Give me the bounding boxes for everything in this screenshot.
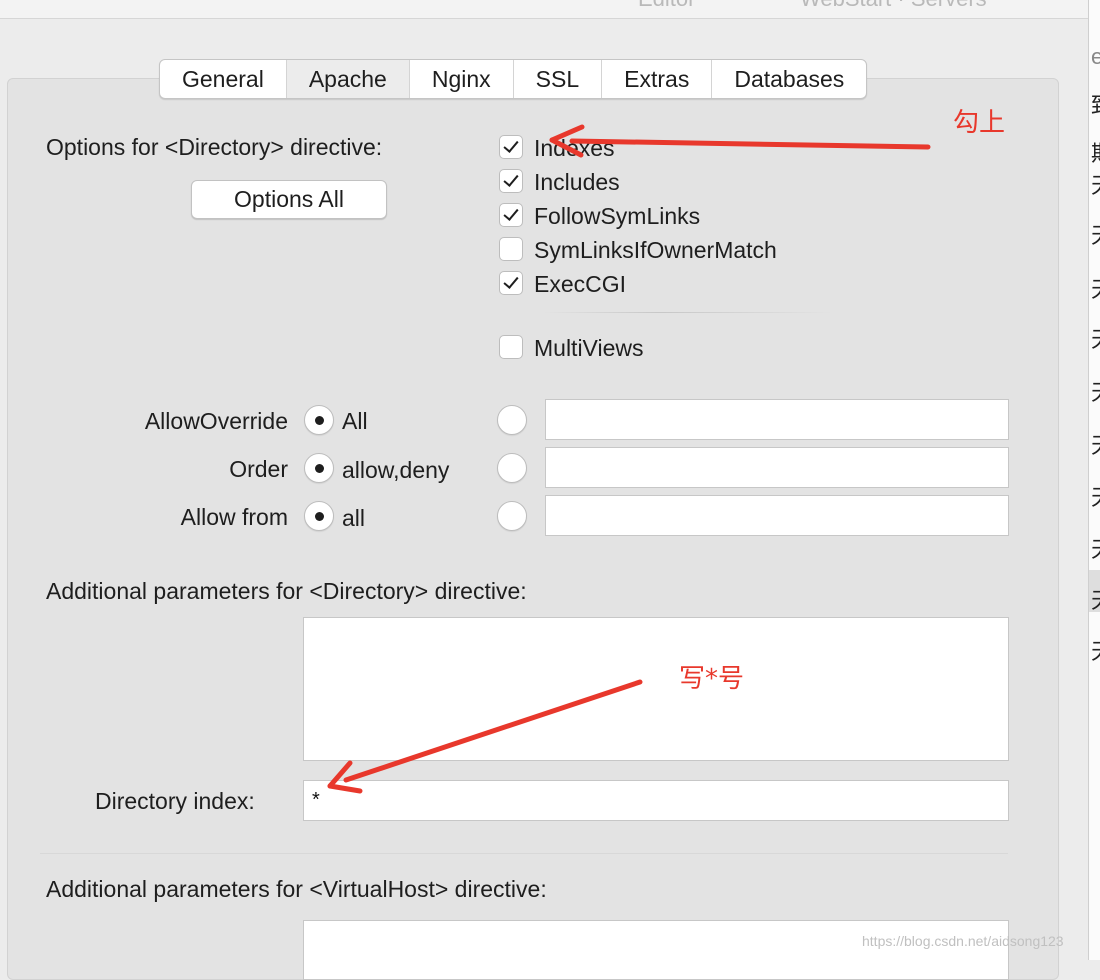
tab-databases[interactable]: Databases [712, 60, 866, 98]
section-divider [40, 853, 1008, 854]
annotation-star-note: 写*号 [679, 664, 745, 694]
allowoverride-label: AllowOverride [144, 408, 288, 434]
tab-bar: General Apache Nginx SSL Extras Database… [159, 59, 868, 99]
checkbox-label-multiviews: MultiViews [534, 335, 644, 361]
allowfrom-radio-preset[interactable] [304, 501, 334, 531]
toolbar-label-webstart-partial: WebStart · Servers [800, 0, 987, 12]
checkbox-includes[interactable] [499, 169, 523, 193]
checkbox-label-includes: Includes [534, 169, 620, 195]
checkbox-multiviews[interactable] [499, 335, 523, 359]
options-label: Options for <Directory> directive: [46, 134, 383, 160]
toolbar-label-editor-partial: Editor [638, 0, 695, 12]
additional-directory-textarea[interactable] [303, 617, 1009, 761]
allowoverride-radio-preset[interactable] [304, 405, 334, 435]
background-window-edge: e 致 期 天 天 天 天 天 天 天 天 天 天 [1088, 0, 1100, 960]
options-separator [543, 312, 833, 313]
annotation-check-note: 勾上 [953, 108, 1006, 138]
order-radio-custom[interactable] [497, 453, 527, 483]
directory-index-label: Directory index: [95, 788, 255, 814]
additional-virtualhost-label: Additional parameters for <VirtualHost> … [46, 876, 547, 902]
allowfrom-radio-custom[interactable] [497, 501, 527, 531]
order-preset-value: allow,deny [342, 457, 450, 483]
allowfrom-label: Allow from [180, 504, 288, 530]
window-title-strip: Editor WebStart · Servers [0, 0, 1088, 19]
checkbox-execcgi[interactable] [499, 271, 523, 295]
allowoverride-preset-value: All [342, 408, 368, 434]
order-radio-preset[interactable] [304, 453, 334, 483]
allowoverride-custom-input[interactable] [545, 399, 1009, 440]
additional-directory-label: Additional parameters for <Directory> di… [46, 578, 527, 604]
checkbox-followsymlinks[interactable] [499, 203, 523, 227]
tab-apache[interactable]: Apache [286, 60, 410, 98]
checkbox-label-symlinksifownermatch: SymLinksIfOwnerMatch [534, 237, 777, 263]
allowfrom-preset-value: all [342, 505, 366, 531]
checkbox-indexes[interactable] [499, 135, 523, 159]
options-all-button[interactable]: Options All [191, 180, 387, 219]
directory-index-input[interactable] [303, 780, 1009, 821]
checkbox-label-execcgi: ExecCGI [534, 271, 627, 297]
allowfrom-custom-input[interactable] [545, 495, 1009, 536]
checkbox-label-followsymlinks: FollowSymLinks [534, 203, 701, 229]
allowoverride-radio-custom[interactable] [497, 405, 527, 435]
checkbox-symlinksifownermatch[interactable] [499, 237, 523, 261]
checkbox-label-indexes: Indexes [534, 135, 615, 161]
order-label: Order [229, 456, 288, 482]
tab-ssl[interactable]: SSL [514, 60, 603, 98]
additional-virtualhost-textarea[interactable] [303, 920, 1009, 980]
watermark: https://blog.csdn.net/aidsong123 [862, 933, 1064, 949]
tab-extras[interactable]: Extras [602, 60, 713, 98]
order-custom-input[interactable] [545, 447, 1009, 488]
tab-general[interactable]: General [160, 60, 287, 98]
tab-nginx[interactable]: Nginx [410, 60, 514, 98]
